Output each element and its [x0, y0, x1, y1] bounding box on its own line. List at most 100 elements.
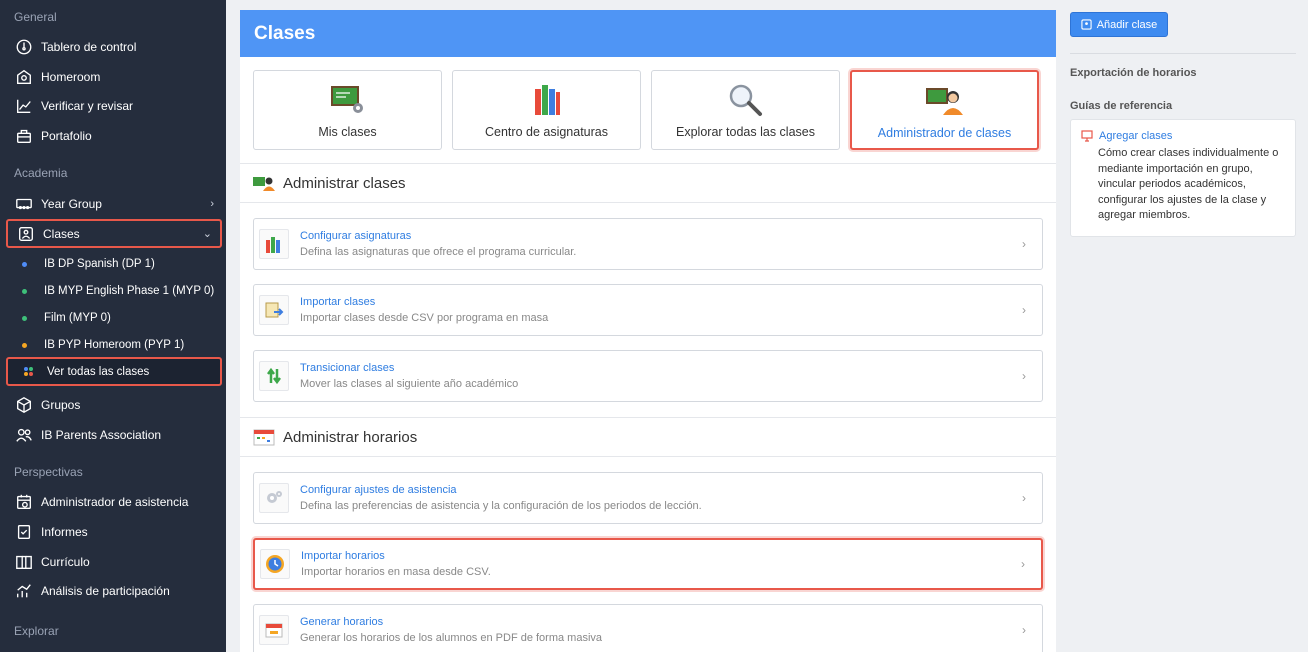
magnifier-icon	[652, 83, 839, 117]
sidebar-item-curriculum[interactable]: Currículo	[6, 548, 222, 576]
sidebar-class-item[interactable]: Film (MYP 0)	[6, 305, 222, 331]
row-title: Generar horarios	[300, 615, 384, 628]
books-icon	[259, 229, 289, 259]
card-label: Mis clases	[318, 125, 377, 139]
sidebar-item-attendance[interactable]: Administrador de asistencia	[6, 488, 222, 516]
sidebar-class-item[interactable]: IB DP Spanish (DP 1)	[6, 251, 222, 277]
book-open-icon	[14, 552, 34, 572]
sidebar-item-label: Tablero de control	[41, 40, 137, 54]
card-class-admin[interactable]: Administrador de clases	[850, 70, 1039, 150]
section-explorar: Explorar	[14, 624, 59, 638]
sidebar-item-reports[interactable]: Informes	[6, 518, 222, 546]
row-title: Configurar asignaturas	[300, 229, 412, 242]
briefcase-icon	[14, 126, 34, 146]
sidebar-item-label: Clases	[43, 226, 80, 241]
presentation-icon	[1081, 130, 1093, 142]
cube-icon	[14, 395, 34, 415]
row-title: Configurar ajustes de asistencia	[300, 483, 457, 496]
row-title: Transicionar clases	[300, 361, 395, 374]
color-dot-icon	[22, 288, 27, 294]
card-label: Administrador de clases	[877, 126, 1012, 140]
main-panel: Clases Mis clases Centro de asignaturas …	[240, 10, 1056, 652]
divider	[1070, 53, 1296, 54]
sidebar-item-participation[interactable]: Análisis de participación	[6, 577, 222, 605]
sidebar-item-groups[interactable]: Grupos	[6, 391, 222, 419]
class-icon	[1081, 19, 1092, 30]
section-title: Administrar horarios	[283, 428, 418, 446]
sidebar: General Tablero de control Homeroom Veri…	[0, 0, 226, 652]
schedule-pdf-icon	[259, 615, 289, 645]
row-title: Importar horarios	[301, 549, 385, 562]
row-attendance-settings[interactable]: Configurar ajustes de asistencia Defina …	[253, 472, 1043, 524]
sidebar-item-label: Grupos	[41, 398, 81, 412]
chevron-right-icon: ›	[210, 198, 214, 210]
color-dot-icon	[22, 315, 27, 321]
sidebar-item-label: Verificar y revisar	[41, 99, 134, 113]
add-class-label: Añadir clase	[1096, 18, 1158, 31]
card-subject-center[interactable]: Centro de asignaturas	[452, 70, 641, 150]
sidebar-item-parents[interactable]: IB Parents Association	[6, 421, 222, 449]
grid-icon	[24, 367, 33, 376]
guide-link[interactable]: Agregar clases	[1081, 130, 1285, 142]
row-import-schedules[interactable]: Importar horarios Importar horarios en m…	[253, 538, 1043, 590]
sidebar-class-label: IB MYP English Phase 1 (MYP 0)	[44, 285, 215, 297]
sidebar-item-clases[interactable]: Clases ⌄	[6, 219, 222, 248]
row-desc: Defina las preferencias de asistencia y …	[300, 499, 702, 512]
sidebar-class-item[interactable]: IB MYP English Phase 1 (MYP 0)	[6, 278, 222, 304]
chevron-right-icon: ›	[1022, 303, 1026, 317]
chevron-right-icon: ›	[1022, 237, 1026, 251]
chevron-right-icon: ›	[1022, 623, 1026, 637]
chevron-right-icon: ›	[1021, 557, 1025, 571]
export-schedules-title[interactable]: Exportación de horarios	[1070, 67, 1197, 79]
sidebar-view-all-classes[interactable]: Ver todas las clases	[6, 357, 222, 386]
row-import-classes[interactable]: Importar clases Importar clases desde CS…	[253, 284, 1043, 336]
sidebar-class-label: Film (MYP 0)	[44, 312, 111, 324]
sidebar-item-dashboard[interactable]: Tablero de control	[6, 33, 222, 61]
row-desc: Generar los horarios de los alumnos en P…	[300, 631, 603, 644]
teacher-board-icon	[253, 174, 275, 192]
sidebar-item-verify[interactable]: Verificar y revisar	[6, 92, 222, 120]
card-my-classes[interactable]: Mis clases	[253, 70, 442, 150]
sidebar-item-label: Currículo	[41, 555, 90, 569]
section-perspectivas: Perspectivas	[14, 465, 83, 479]
sidebar-class-item[interactable]: IB PYP Homeroom (PYP 1)	[6, 332, 222, 358]
card-label: Centro de asignaturas	[485, 125, 608, 139]
sidebar-item-label: IB Parents Association	[41, 428, 162, 442]
people-icon	[14, 425, 34, 445]
sidebar-item-year-group[interactable]: Year Group ›	[6, 190, 222, 218]
color-dot-icon	[22, 342, 27, 348]
import-file-icon	[259, 295, 289, 325]
transition-arrows-icon	[259, 361, 289, 391]
sidebar-item-label: Administrador de asistencia	[41, 495, 189, 509]
chalkboard-gear-icon	[254, 83, 441, 117]
card-explore-classes[interactable]: Explorar todas las clases	[651, 70, 840, 150]
color-dot-icon	[22, 261, 27, 267]
row-desc: Mover las clases al siguiente año académ…	[300, 377, 519, 390]
guide-link-label: Agregar clases	[1099, 130, 1173, 142]
section-academia: Academia	[14, 166, 68, 180]
page-title: Clases	[240, 10, 1056, 57]
row-title: Importar clases	[300, 295, 376, 308]
sidebar-item-label: Homeroom	[41, 70, 101, 84]
add-class-button[interactable]: Añadir clase	[1070, 12, 1168, 37]
analytics-icon	[14, 581, 34, 601]
row-transition-classes[interactable]: Transicionar clases Mover las clases al …	[253, 350, 1043, 402]
calendar-icon	[253, 428, 275, 446]
row-generate-schedules[interactable]: Generar horarios Generar los horarios de…	[253, 604, 1043, 652]
sidebar-item-homeroom[interactable]: Homeroom	[6, 63, 222, 91]
sidebar-item-label: Análisis de participación	[41, 584, 170, 598]
chevron-down-icon: ⌄	[202, 228, 212, 240]
section-title: Administrar clases	[283, 174, 406, 192]
reference-guides-title: Guías de referencia	[1070, 100, 1173, 112]
sidebar-item-portfolio[interactable]: Portafolio	[6, 122, 222, 150]
sidebar-item-label: Informes	[41, 525, 88, 539]
section-manage-schedules: Administrar horarios	[240, 417, 1056, 457]
gears-icon	[259, 483, 289, 513]
trend-icon	[14, 96, 34, 116]
card-row: Mis clases Centro de asignaturas Explora…	[253, 70, 1049, 150]
row-configure-subjects[interactable]: Configurar asignaturas Defina las asigna…	[253, 218, 1043, 270]
row-desc: Importar horarios en masa desde CSV.	[301, 565, 491, 578]
row-desc: Defina las asignaturas que ofrece el pro…	[300, 245, 577, 258]
section-general: General	[14, 10, 57, 24]
card-label: Explorar todas las clases	[676, 125, 815, 139]
